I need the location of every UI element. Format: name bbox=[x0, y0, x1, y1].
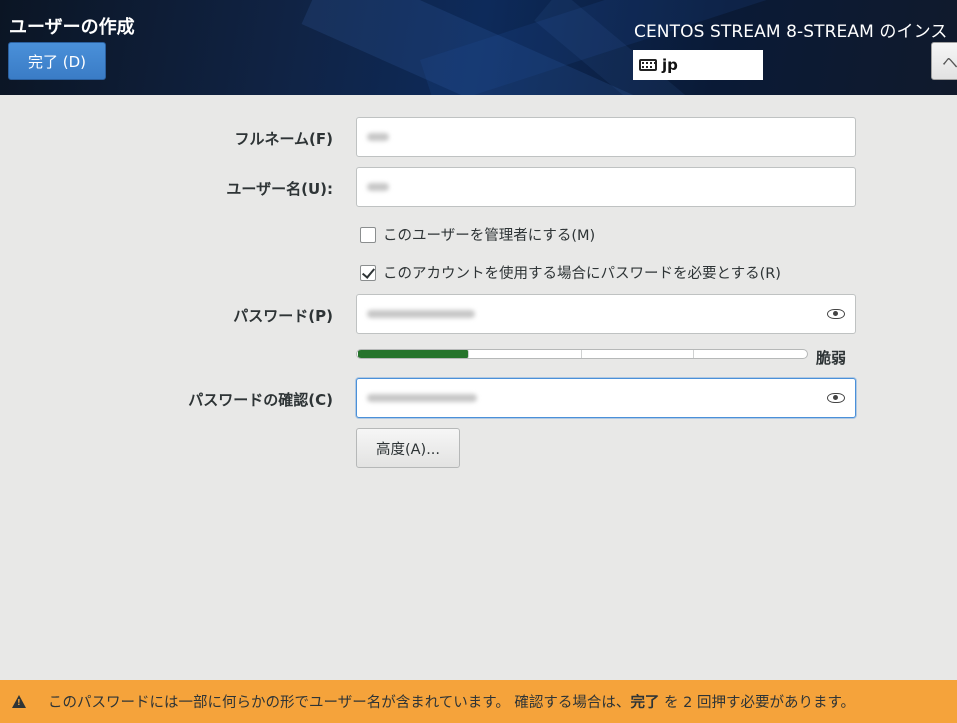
confirm-password-field[interactable]: •••••••••••••• bbox=[356, 378, 856, 418]
help-button[interactable]: ヘ bbox=[931, 42, 957, 80]
full-name-value: ••• bbox=[367, 133, 389, 141]
user-name-value: ••• bbox=[367, 183, 389, 191]
strength-segment bbox=[584, 350, 695, 358]
user-name-label: ユーザー名(U): bbox=[226, 180, 333, 198]
warning-icon bbox=[12, 695, 26, 708]
password-strength-bar bbox=[356, 349, 808, 359]
password-label: パスワード(P) bbox=[233, 307, 333, 325]
make-admin-checkbox[interactable] bbox=[360, 226, 376, 243]
show-password-eye-icon[interactable] bbox=[827, 309, 845, 319]
advanced-button[interactable]: 高度(A)... bbox=[356, 428, 460, 468]
password-value: •••••••••••••• bbox=[367, 310, 475, 318]
full-name-field[interactable]: ••• bbox=[356, 117, 856, 157]
require-password-checkbox-row[interactable]: このアカウントを使用する場合にパスワードを必要とする(R) bbox=[360, 262, 781, 283]
require-password-checkbox[interactable] bbox=[360, 264, 376, 281]
help-button-label: ヘ bbox=[942, 53, 957, 72]
user-name-field[interactable]: ••• bbox=[356, 167, 856, 207]
full-name-label: フルネーム(F) bbox=[234, 130, 333, 148]
password-strength-label: 脆弱 bbox=[816, 349, 847, 367]
warning-emphasis: 完了 bbox=[630, 695, 660, 711]
done-button-label: 完了 (D) bbox=[27, 52, 87, 71]
make-admin-checkbox-label: このユーザーを管理者にする(M) bbox=[383, 228, 596, 244]
keyboard-layout-indicator[interactable]: jp bbox=[633, 50, 763, 80]
warning-message: このパスワードには一部に何らかの形でユーザー名が含まれています。 確認する場合は… bbox=[48, 691, 855, 712]
advanced-button-label: 高度(A)... bbox=[375, 441, 441, 458]
header-bar: ユーザーの作成 完了 (D) CENTOS STREAM 8-STREAM のイ… bbox=[0, 0, 957, 95]
keyboard-icon bbox=[639, 59, 657, 71]
warning-text-after: を 2 回押す必要があります。 bbox=[664, 695, 856, 711]
product-title: CENTOS STREAM 8-STREAM のインス bbox=[634, 22, 948, 42]
password-field[interactable]: •••••••••••••• bbox=[356, 294, 856, 334]
create-user-screen: ユーザーの作成 完了 (D) CENTOS STREAM 8-STREAM のイ… bbox=[0, 0, 957, 723]
done-button[interactable]: 完了 (D) bbox=[8, 42, 106, 80]
require-password-checkbox-label: このアカウントを使用する場合にパスワードを必要とする(R) bbox=[383, 266, 781, 282]
warning-text-before: このパスワードには一部に何らかの形でユーザー名が含まれています。 確認する場合は… bbox=[48, 695, 631, 711]
strength-segment bbox=[471, 350, 582, 358]
make-admin-checkbox-row[interactable]: このユーザーを管理者にする(M) bbox=[360, 224, 595, 245]
strength-segment bbox=[696, 350, 806, 358]
confirm-password-value: •••••••••••••• bbox=[367, 394, 477, 402]
warning-bar: このパスワードには一部に何らかの形でユーザー名が含まれています。 確認する場合は… bbox=[0, 680, 957, 723]
confirm-password-label: パスワードの確認(C) bbox=[188, 391, 333, 409]
show-confirm-password-eye-icon[interactable] bbox=[827, 393, 845, 403]
page-title: ユーザーの作成 bbox=[9, 17, 135, 38]
strength-segment bbox=[358, 350, 469, 358]
keyboard-layout-label: jp bbox=[662, 56, 678, 74]
